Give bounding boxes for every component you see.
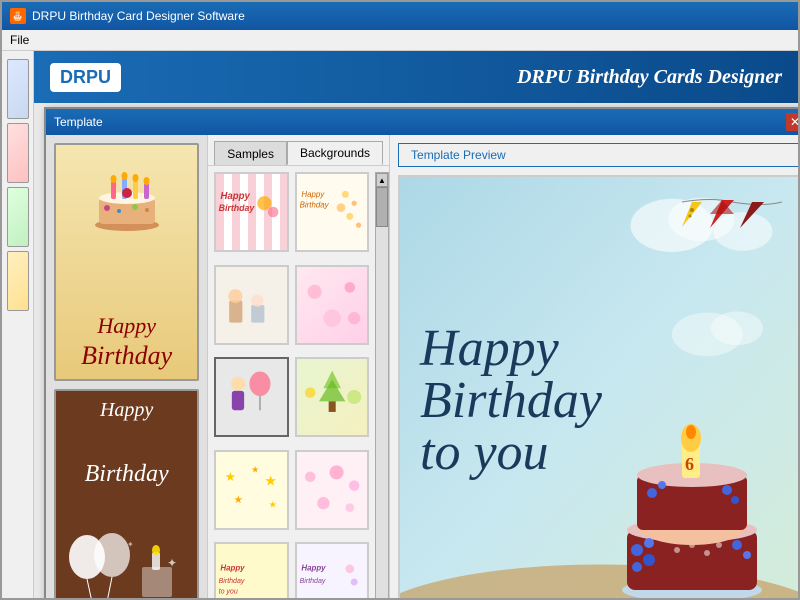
svg-text:Happy: Happy bbox=[221, 564, 246, 573]
svg-text:to you: to you bbox=[219, 589, 238, 596]
template-thumb-2[interactable]: Happy Birthday bbox=[295, 172, 369, 252]
thumb6-content bbox=[297, 362, 367, 432]
template-grid-container: Happy Birthday bbox=[208, 166, 389, 598]
thumb9-content: Happy Birthday to you bbox=[216, 547, 286, 598]
thumb10-content: Happy Birthday bbox=[297, 547, 367, 598]
template-dialog: Template ✕ bbox=[44, 107, 798, 598]
svg-text:★: ★ bbox=[234, 494, 244, 506]
card-preview-2[interactable]: Happy Birthday bbox=[54, 389, 199, 598]
modal-close-button[interactable]: ✕ bbox=[786, 113, 798, 131]
svg-text:★: ★ bbox=[251, 464, 259, 474]
thumb8-content bbox=[297, 455, 367, 525]
bday-cake-area: 6 bbox=[602, 197, 782, 598]
svg-text:★: ★ bbox=[265, 472, 278, 488]
sidebar-thumb-3[interactable] bbox=[7, 187, 29, 247]
svg-text:✦: ✦ bbox=[167, 556, 177, 570]
cake-svg-1 bbox=[87, 153, 167, 233]
template-thumb-5[interactable] bbox=[214, 357, 288, 437]
preview-canvas: Happy Birthday to you bbox=[398, 175, 798, 598]
outer-window-title: DRPU Birthday Card Designer Software bbox=[32, 9, 790, 23]
template-grid: Happy Birthday bbox=[214, 172, 383, 598]
template-thumb-7[interactable]: ★ ★ ★ ★ ★ bbox=[214, 450, 288, 530]
template-panel: Samples Backgrounds H bbox=[208, 135, 390, 598]
app-content: DRPU DRPU Birthday Cards Designer Templa… bbox=[2, 51, 798, 598]
drpu-logo: DRPU bbox=[50, 63, 121, 92]
sidebar-thumb-1[interactable] bbox=[7, 59, 29, 119]
svg-text:✦: ✦ bbox=[127, 540, 134, 549]
preview-cake-svg: 6 bbox=[607, 375, 777, 598]
svg-text:6: 6 bbox=[685, 454, 694, 474]
thumb3-content bbox=[216, 270, 286, 340]
app-header: DRPU DRPU Birthday Cards Designer bbox=[34, 51, 798, 103]
thumb4-content bbox=[297, 270, 367, 340]
card2-birthday: Birthday bbox=[85, 461, 169, 488]
modal-overlay: Template ✕ bbox=[34, 103, 798, 598]
sidebar-thumb-4[interactable] bbox=[7, 251, 29, 311]
card1-text: Happy Birthday bbox=[81, 313, 172, 371]
bday-line3: to you bbox=[420, 427, 602, 479]
bday-line2: Birthday bbox=[420, 375, 602, 427]
svg-text:Happy: Happy bbox=[301, 564, 326, 573]
menu-bar: File bbox=[2, 30, 798, 51]
file-menu[interactable]: File bbox=[10, 33, 29, 47]
modal-title: Template bbox=[54, 115, 103, 129]
template-thumb-10[interactable]: Happy Birthday bbox=[295, 542, 369, 598]
card-preview-1[interactable]: Happy Birthday bbox=[54, 143, 199, 381]
card1-happy: Happy bbox=[81, 313, 172, 339]
bday-line1: Happy bbox=[420, 323, 602, 375]
card1-birthday: Birthday bbox=[81, 340, 172, 371]
svg-text:Happy: Happy bbox=[221, 191, 251, 202]
template-tabs: Samples Backgrounds bbox=[208, 135, 389, 166]
outer-titlebar: 🎂 DRPU Birthday Card Designer Software bbox=[2, 2, 798, 30]
preview-panel: Template Preview bbox=[390, 135, 798, 598]
svg-text:★: ★ bbox=[225, 470, 236, 484]
thumb7-content: ★ ★ ★ ★ ★ bbox=[216, 455, 286, 525]
svg-text:★: ★ bbox=[269, 499, 277, 509]
template-thumb-9[interactable]: Happy Birthday to you bbox=[214, 542, 288, 598]
thumb5-content bbox=[216, 362, 286, 432]
preview-tab[interactable]: Template Preview bbox=[398, 143, 798, 167]
modal-titlebar: Template ✕ bbox=[46, 109, 798, 135]
svg-text:Happy: Happy bbox=[301, 190, 325, 199]
template-thumb-8[interactable] bbox=[295, 450, 369, 530]
app-icon: 🎂 bbox=[10, 8, 26, 24]
scroll-track: ▲ ▼ bbox=[375, 172, 389, 598]
scroll-thumb[interactable] bbox=[376, 187, 388, 227]
bday-card-preview: Happy Birthday to you bbox=[400, 177, 798, 598]
template-thumb-3[interactable] bbox=[214, 265, 288, 345]
outer-window: 🎂 DRPU Birthday Card Designer Software F… bbox=[0, 0, 800, 600]
left-sidebar bbox=[2, 51, 34, 598]
card-preview-panel: Happy Birthday Happy Birthday bbox=[46, 135, 208, 598]
app-title: DRPU Birthday Cards Designer bbox=[517, 66, 782, 89]
template-thumb-1[interactable]: Happy Birthday bbox=[214, 172, 288, 252]
pennants-svg bbox=[672, 192, 792, 252]
thumb1-content: Happy Birthday bbox=[216, 177, 286, 247]
svg-text:Birthday: Birthday bbox=[219, 578, 245, 585]
backgrounds-tab[interactable]: Backgrounds bbox=[287, 141, 383, 165]
card2-happy: Happy bbox=[100, 399, 153, 422]
svg-text:Birthday: Birthday bbox=[299, 578, 325, 585]
samples-tab[interactable]: Samples bbox=[214, 141, 287, 165]
modal-body: Happy Birthday Happy Birthday bbox=[46, 135, 798, 598]
scroll-up-arrow[interactable]: ▲ bbox=[376, 173, 388, 187]
svg-text:Birthday: Birthday bbox=[299, 201, 329, 210]
template-thumb-6[interactable] bbox=[295, 357, 369, 437]
template-thumb-4[interactable] bbox=[295, 265, 369, 345]
sidebar-thumb-2[interactable] bbox=[7, 123, 29, 183]
app-area: DRPU DRPU Birthday Cards Designer Templa… bbox=[34, 51, 798, 598]
bday-text-area: Happy Birthday to you bbox=[420, 323, 602, 479]
thumb2-content: Happy Birthday bbox=[297, 177, 367, 247]
card2-illustration: ✦ ✦ bbox=[57, 527, 197, 598]
svg-text:Birthday: Birthday bbox=[219, 203, 256, 213]
